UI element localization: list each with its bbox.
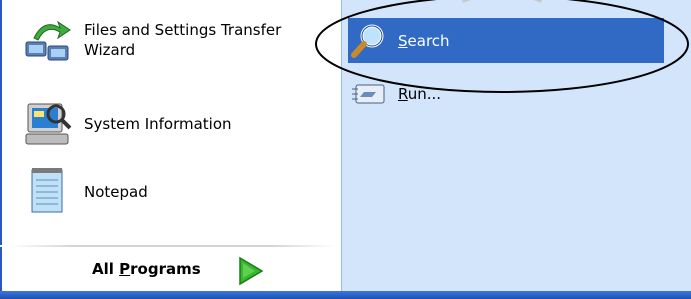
menu-item-search[interactable]: Search xyxy=(350,22,450,60)
menu-item-run[interactable]: Run... xyxy=(350,79,441,109)
menu-item-label: System Information xyxy=(84,115,232,133)
green-arrow-icon xyxy=(239,256,264,286)
menu-item-label: Search xyxy=(398,32,450,50)
menu-item-label: Files and Settings Transfer xyxy=(84,21,282,39)
left-pane: Files and Settings Transfer Wizard Syste… xyxy=(0,0,341,245)
all-programs-label: All Programs xyxy=(92,260,201,278)
menu-item-files-settings-transfer-wizard[interactable]: Files and Settings Transfer Wizard xyxy=(20,12,281,68)
menu-item-label: Run... xyxy=(398,85,442,103)
transfer-wizard-icon xyxy=(20,12,76,68)
notepad-icon xyxy=(20,164,76,220)
start-menu: Files and Settings Transfer Wizard Syste… xyxy=(0,0,691,299)
right-pane: Search Run... xyxy=(341,0,691,299)
bottom-edge xyxy=(0,291,691,299)
menu-item-system-information[interactable]: System Information xyxy=(20,96,232,152)
system-information-icon xyxy=(20,96,76,152)
search-icon xyxy=(351,24,384,58)
menu-item-label: Notepad xyxy=(84,183,148,201)
menu-item-label-line2: Wizard xyxy=(84,41,136,59)
menu-item-notepad[interactable]: Notepad xyxy=(20,164,148,220)
run-icon xyxy=(352,84,385,104)
